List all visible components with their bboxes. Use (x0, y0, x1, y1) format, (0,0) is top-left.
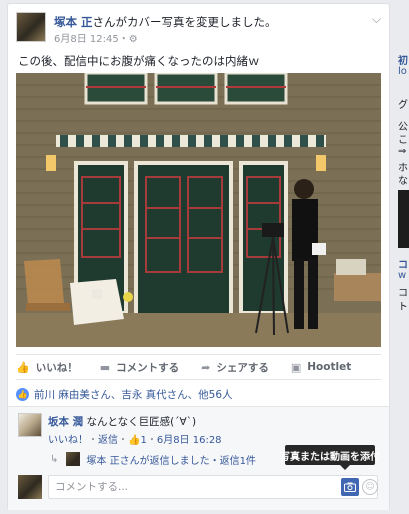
right-column-item: ⇒ (398, 146, 407, 157)
smiley-icon: ☺ (365, 482, 375, 492)
post-actions: 👍 いいね！ ▬ コメントする ➦ シェアする ▣ Hootlet (16, 354, 381, 380)
post-text: この後、配信中にお腹が痛くなったのは内緒ｗ (18, 54, 260, 68)
right-column-item[interactable]: lo (398, 66, 407, 77)
chevron-down-icon[interactable]: ⌵ (372, 12, 381, 27)
reply-arrow-icon: ↳ (50, 453, 59, 465)
post-date[interactable]: 6月8日 12:45 (54, 34, 119, 45)
comment-meta: いいね！・返信・👍1・6月8日 16:28 (48, 431, 222, 446)
right-column-item: な (398, 176, 408, 187)
commenter-avatar[interactable] (18, 413, 42, 437)
attach-photo-button[interactable] (341, 478, 359, 496)
author-name-link[interactable]: 塚本 正 (54, 15, 93, 29)
current-user-avatar (18, 475, 42, 499)
right-column-item[interactable]: w (398, 270, 406, 281)
likes-text: 前川 麻由美さん、吉永 真代さん、他56人 (34, 388, 233, 401)
thumbs-up-icon: 👍 (16, 360, 30, 374)
right-column-item: グ (398, 100, 408, 111)
comment-like-link[interactable]: いいね！ (48, 435, 88, 446)
comment-meta-separator: ・ (88, 435, 98, 446)
like-badge-icon: 👍 (16, 387, 29, 401)
privacy-separator: ・ (118, 34, 129, 45)
commenter-name-link[interactable]: 坂本 潤 (48, 416, 83, 428)
thumbs-up-icon: 👍 (128, 435, 141, 446)
hootlet-icon: ▣ (290, 360, 302, 374)
comment-label: コメントする (116, 361, 180, 374)
right-column: 初 lo グ 公 こ ⇒ ホ な コ w コ ト (394, 0, 409, 514)
likes-summary[interactable]: 👍 前川 麻由美さん、吉永 真代さん、他56人 (16, 384, 381, 404)
post-meta: 6月8日 12:45・⚙ (54, 30, 138, 45)
cover-photo[interactable] (16, 73, 381, 347)
reply-summary[interactable]: ↳ 塚本 正さんが返信しました・返信1件 (50, 451, 256, 467)
comment-meta-separator: ・ (146, 435, 157, 446)
post-title: 塚本 正さんがカバー写真を変更しました。 (54, 14, 277, 30)
share-button[interactable]: ➦ シェアする (201, 360, 269, 375)
share-icon: ➦ (201, 360, 211, 374)
right-column-item: こ (398, 135, 408, 146)
comment-input[interactable] (48, 475, 378, 499)
comment-item: 坂本 潤 なんとなく巨匠感(´∀`) いいね！・返信・👍1・6月8日 16:28 (18, 413, 379, 449)
like-button[interactable]: 👍 いいね！ (16, 360, 78, 375)
comment-body: 坂本 潤 なんとなく巨匠感(´∀`) (48, 414, 196, 429)
right-column-item: ト (398, 302, 408, 313)
author-avatar[interactable] (16, 12, 46, 42)
sticker-button[interactable]: ☺ (362, 479, 378, 495)
comment-text: なんとなく巨匠感(´∀`) (86, 416, 197, 428)
comment-date[interactable]: 6月8日 16:28 (157, 435, 222, 446)
hootlet-label: Hootlet (307, 361, 352, 373)
comment-icon: ▬ (99, 360, 111, 374)
comment-composer: ☺ (18, 475, 379, 503)
hootlet-button[interactable]: ▣ Hootlet (291, 361, 351, 374)
like-label: いいね！ (35, 361, 78, 374)
replier-avatar (66, 452, 81, 466)
gear-icon[interactable]: ⚙ (129, 34, 138, 45)
right-column-item: コ (398, 288, 408, 299)
cover-photo-image (16, 73, 381, 347)
post-card: 塚本 正さんがカバー写真を変更しました。 6月8日 12:45・⚙ ⌵ この後、… (7, 3, 390, 510)
post-header: 塚本 正さんがカバー写真を変更しました。 6月8日 12:45・⚙ ⌵ (16, 12, 381, 45)
camera-icon (344, 482, 356, 492)
right-column-item[interactable]: 初 (398, 52, 408, 67)
comment-button[interactable]: ▬ コメントする (100, 360, 179, 375)
post-action-text: さんがカバー写真を変更しました。 (92, 15, 277, 29)
comment-reply-link[interactable]: 返信 (98, 435, 118, 446)
share-label: シェアする (216, 361, 269, 374)
reply-summary-text[interactable]: 塚本 正さんが返信しました・返信1件 (86, 452, 256, 467)
right-column-item[interactable]: コ (398, 256, 408, 271)
attach-tooltip: 写真または動画を添付 (280, 445, 380, 470)
right-column-video-thumb[interactable] (398, 190, 409, 248)
comment-meta-separator: ・ (118, 435, 128, 446)
